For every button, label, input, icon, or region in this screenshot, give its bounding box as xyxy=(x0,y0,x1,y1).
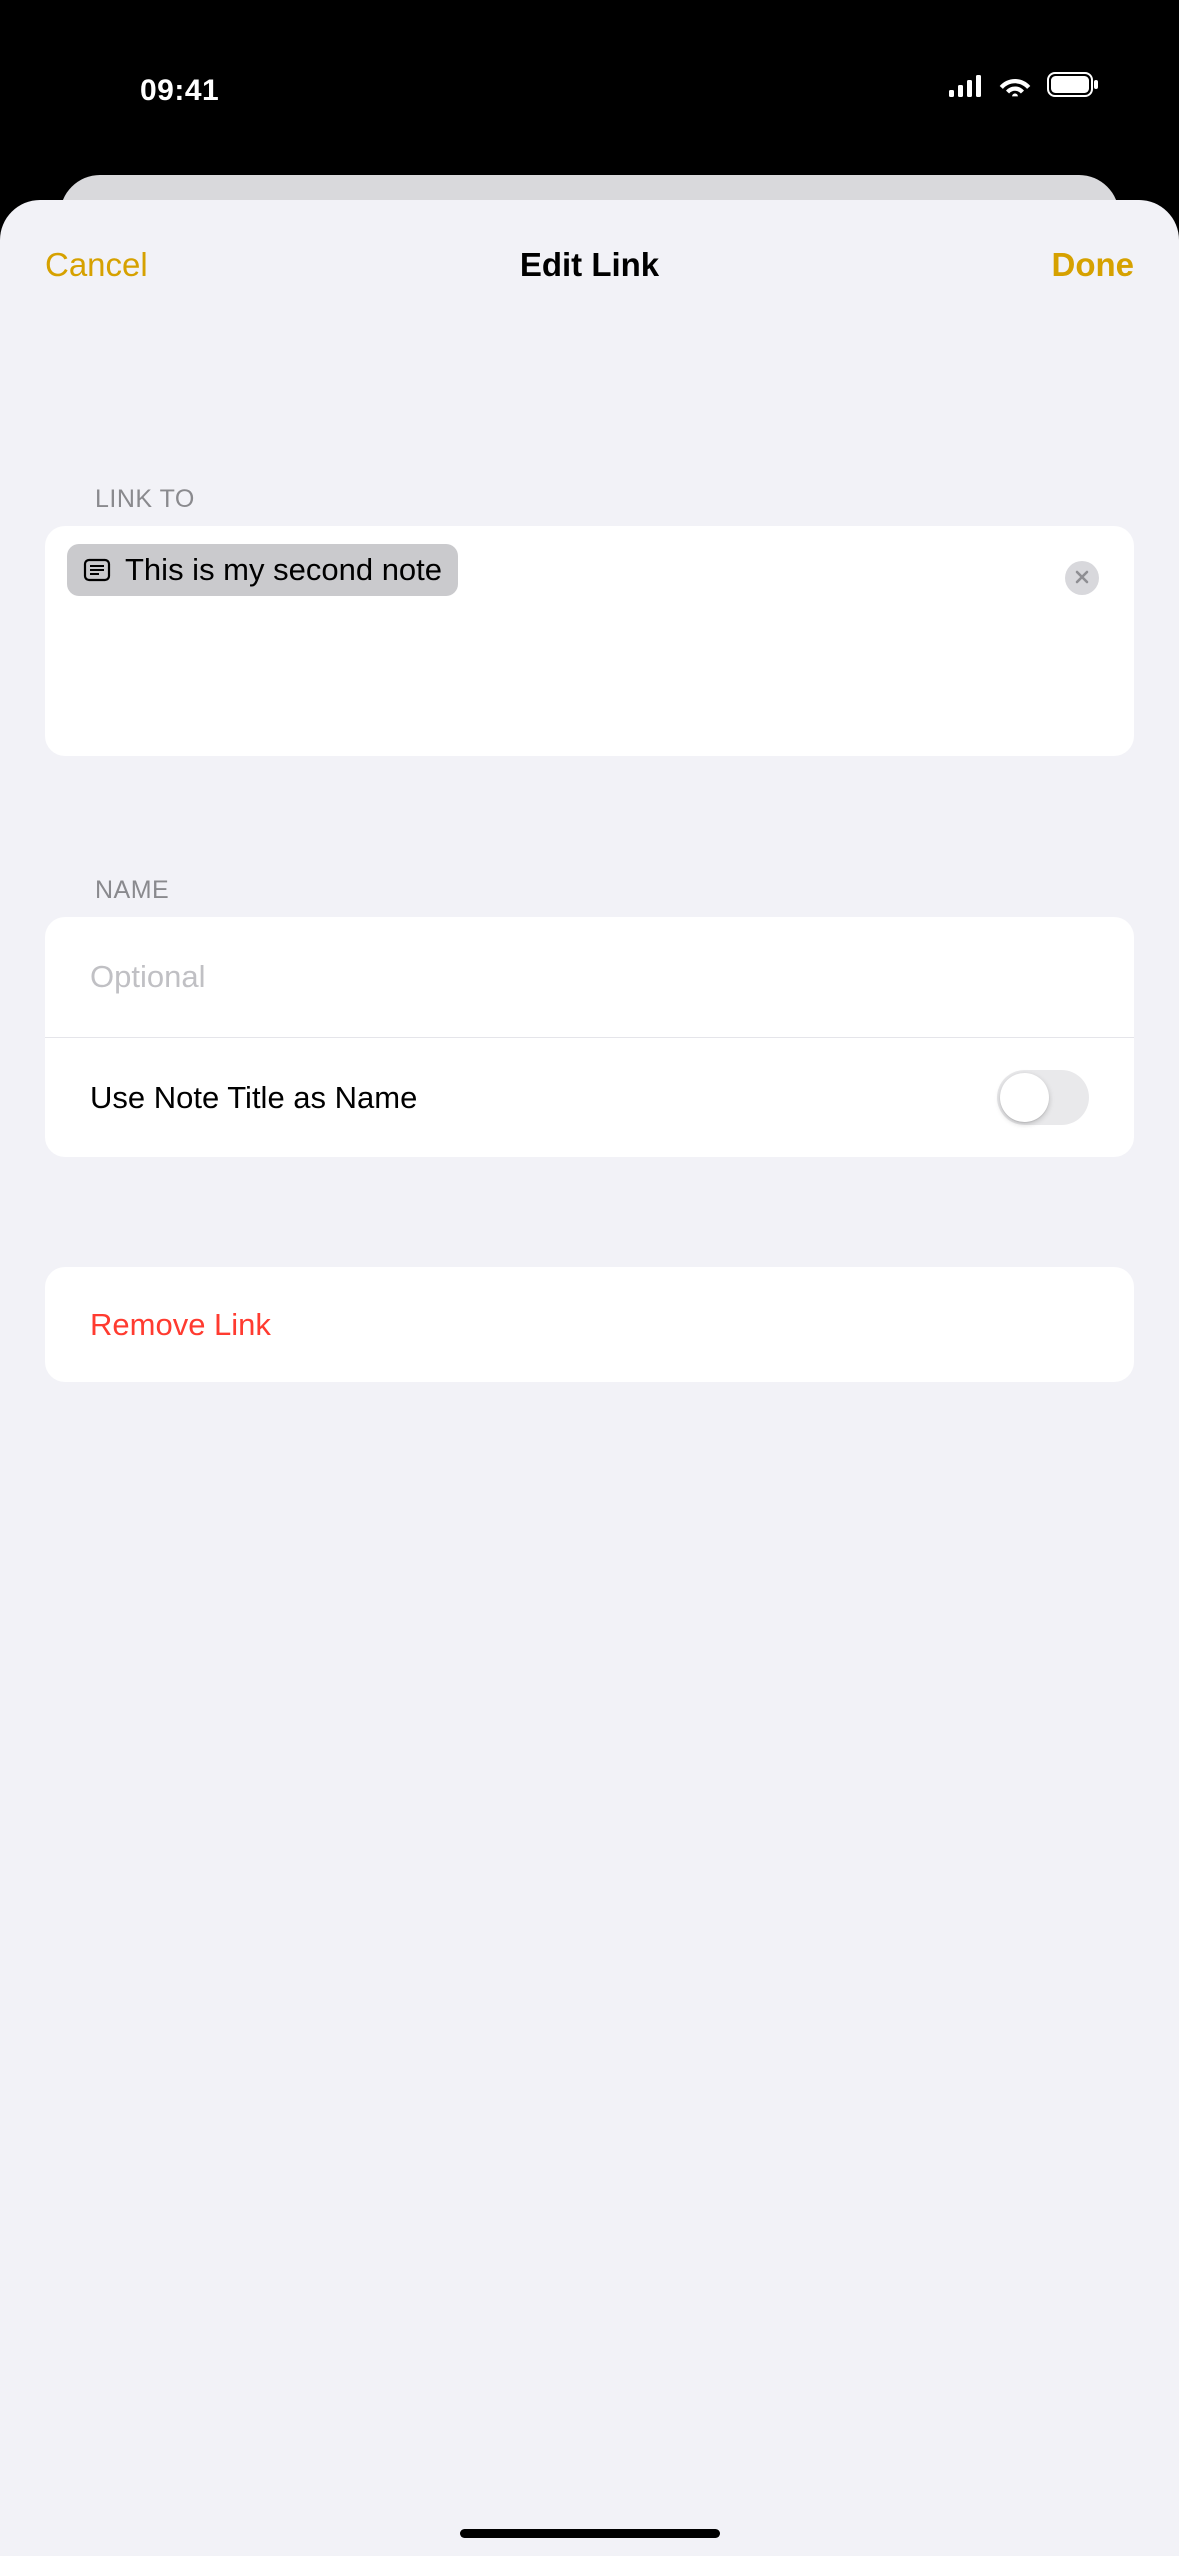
use-title-row: Use Note Title as Name xyxy=(45,1037,1134,1157)
clear-link-button[interactable] xyxy=(1065,561,1099,595)
link-to-group: This is my second note xyxy=(45,526,1134,756)
link-to-header: LINK TO xyxy=(0,465,1179,526)
remove-link-button[interactable]: Remove Link xyxy=(45,1267,1134,1382)
toggle-knob xyxy=(1000,1073,1049,1122)
cancel-button[interactable]: Cancel xyxy=(45,246,148,284)
use-title-label: Use Note Title as Name xyxy=(90,1080,997,1116)
x-icon xyxy=(1075,570,1089,587)
name-header: NAME xyxy=(0,856,1179,917)
done-button[interactable]: Done xyxy=(1052,246,1135,284)
nav-bar: Cancel Edit Link Done xyxy=(0,200,1179,330)
name-input-row xyxy=(45,917,1134,1037)
page-title: Edit Link xyxy=(0,246,1179,284)
status-bar: 09:41 xyxy=(0,0,1179,175)
name-group: Use Note Title as Name xyxy=(45,917,1134,1157)
remove-link-group: Remove Link xyxy=(45,1267,1134,1382)
wifi-icon xyxy=(999,71,1031,105)
status-indicators xyxy=(949,71,1119,105)
home-indicator[interactable] xyxy=(460,2529,720,2538)
linked-note-label: This is my second note xyxy=(125,552,442,588)
battery-icon xyxy=(1047,71,1099,105)
remove-link-label: Remove Link xyxy=(90,1307,271,1343)
use-title-toggle[interactable] xyxy=(997,1070,1089,1125)
name-field[interactable] xyxy=(90,959,1089,995)
cellular-icon xyxy=(949,71,983,105)
edit-link-sheet: Cancel Edit Link Done LINK TO This is my… xyxy=(0,200,1179,2556)
status-time: 09:41 xyxy=(60,68,219,108)
linked-note-token[interactable]: This is my second note xyxy=(67,544,458,596)
note-icon xyxy=(83,556,111,584)
